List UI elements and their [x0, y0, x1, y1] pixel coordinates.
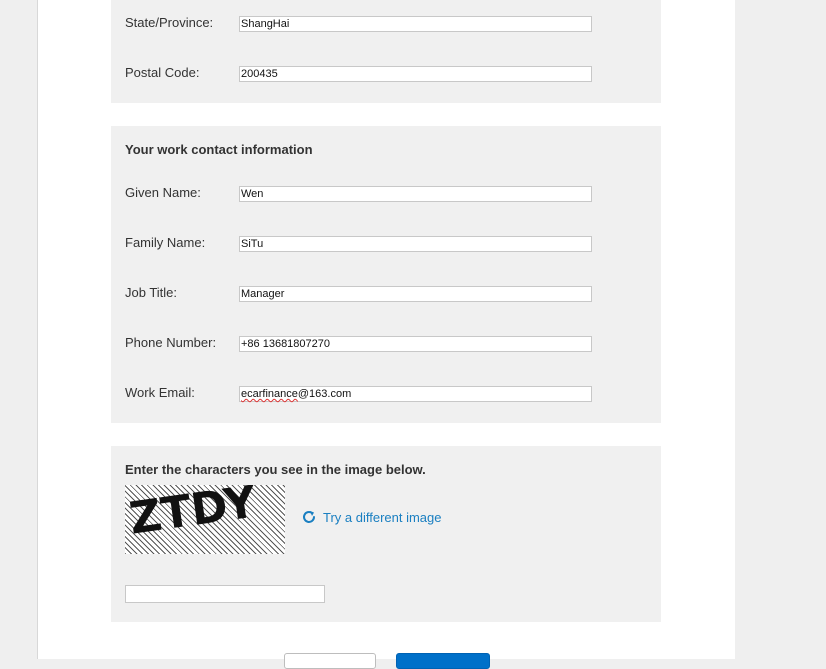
contact-section: Your work contact information Given Name… — [111, 126, 661, 423]
address-section: State/Province: ShangHai Postal Code: 20… — [111, 0, 661, 103]
given-value: Wen — [241, 188, 264, 200]
given-label: Given Name: — [125, 185, 201, 200]
email-label: Work Email: — [125, 385, 195, 400]
family-value: SiTu — [241, 238, 264, 250]
job-label: Job Title: — [125, 285, 178, 300]
phone-value: +86 13681807270 — [241, 338, 331, 350]
job-title-field[interactable]: Manager — [239, 286, 592, 302]
postal-label: Postal Code: — [125, 65, 200, 80]
phone-label: Phone Number: — [125, 335, 217, 350]
given-name-field[interactable]: Wen — [239, 186, 592, 202]
postal-field[interactable]: 200435 — [239, 66, 592, 82]
captcha-image: ZTDY — [125, 476, 285, 554]
phone-field[interactable]: +86 13681807270 — [239, 336, 592, 352]
postal-value: 200435 — [241, 68, 278, 80]
job-value: Manager — [241, 288, 285, 300]
try-different-image-link[interactable]: Try a different image — [301, 509, 442, 525]
page-container: State/Province: ShangHai Postal Code: 20… — [37, 0, 735, 669]
family-name-field[interactable]: SiTu — [239, 236, 592, 252]
refresh-icon — [303, 511, 315, 523]
email-domain-text: @163.com — [297, 388, 352, 400]
state-label: State/Province: — [125, 15, 214, 30]
captcha-text: ZTDY — [126, 485, 260, 545]
family-label: Family Name: — [125, 235, 206, 250]
captcha-glyphs: ZTDY — [126, 476, 260, 545]
captcha-section: Enter the characters you see in the imag… — [111, 446, 661, 622]
refresh-label: Try a different image — [323, 509, 442, 525]
continue-button[interactable] — [396, 653, 490, 669]
captcha-title: Enter the characters you see in the imag… — [125, 462, 426, 477]
state-value: ShangHai — [241, 18, 290, 30]
cancel-button[interactable] — [284, 653, 376, 669]
contact-title: Your work contact information — [125, 142, 313, 157]
state-field[interactable]: ShangHai — [239, 16, 592, 32]
work-email-field[interactable]: ecarfinance@163.com — [239, 386, 592, 402]
email-user-text: ecarfinance — [241, 388, 298, 400]
captcha-input[interactable] — [125, 585, 325, 603]
